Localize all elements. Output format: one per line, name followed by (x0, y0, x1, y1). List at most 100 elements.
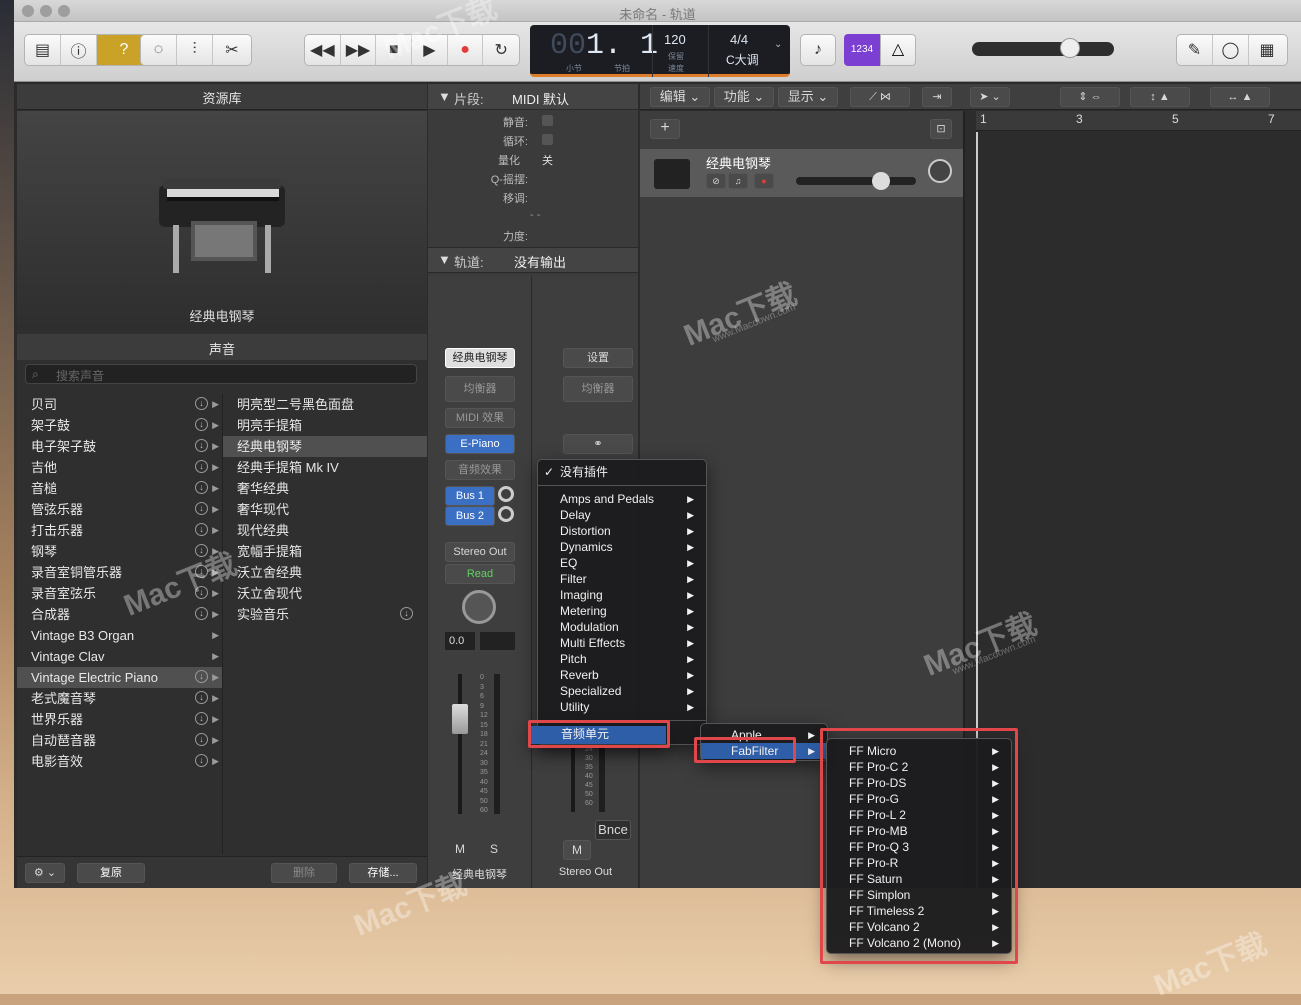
download-icon[interactable]: ↓ (195, 565, 208, 578)
mute-button[interactable]: M (448, 840, 472, 860)
automation-mode[interactable]: Read (445, 564, 515, 584)
download-icon[interactable]: ↓ (195, 754, 208, 767)
category-item[interactable]: 吉他 ↓ ▶ (17, 457, 222, 478)
download-icon[interactable]: ↓ (195, 733, 208, 746)
patch-item[interactable]: 宽幅手提箱 (223, 541, 427, 562)
global-tracks-icon[interactable]: ⊡ (930, 119, 952, 139)
plugin-category-item[interactable]: Delay ▶ (538, 507, 706, 523)
patch-item[interactable]: 沃立舍经典 (223, 562, 427, 583)
lcd-chevron-down-icon[interactable]: ⌄ (774, 39, 782, 50)
download-icon[interactable]: ↓ (400, 607, 413, 620)
download-icon[interactable]: ↓ (195, 397, 208, 410)
plugin-category-item[interactable]: Specialized ▶ (538, 683, 706, 699)
automation-icon[interactable]: ⟋ ⋈ (850, 87, 910, 107)
patch-item[interactable]: 明亮型二号黑色面盘 (223, 394, 427, 415)
download-icon[interactable]: ↓ (195, 460, 208, 473)
mute-track-icon[interactable]: ⊘ (706, 173, 726, 189)
download-icon[interactable]: ↓ (195, 439, 208, 452)
master-volume-knob[interactable] (1060, 38, 1080, 58)
patch-item[interactable]: 现代经典 (223, 520, 427, 541)
master-volume-slider[interactable] (972, 38, 1114, 58)
count-in-button[interactable]: 1234 (844, 34, 880, 66)
category-item[interactable]: 老式魔音琴 ↓ ▶ (17, 688, 222, 709)
category-item[interactable]: 钢琴 ↓ ▶ (17, 541, 222, 562)
solo-button[interactable]: S (482, 840, 506, 860)
send1-knob[interactable] (498, 486, 514, 502)
track-row[interactable]: 经典电钢琴 ⊘ ♫ ● (640, 149, 963, 197)
pointer-tool-icon[interactable]: ➤ ⌄ (970, 87, 1010, 107)
plugin-category-item[interactable]: EQ ▶ (538, 555, 706, 571)
category-item[interactable]: 架子鼓 ↓ ▶ (17, 415, 222, 436)
patch-item[interactable]: 实验音乐 ↓ (223, 604, 427, 625)
plugin-category-item[interactable]: Metering ▶ (538, 603, 706, 619)
category-item[interactable]: 管弦乐器 ↓ ▶ (17, 499, 222, 520)
download-icon[interactable]: ↓ (195, 502, 208, 515)
edit-menu[interactable]: 编辑 ⌄ (650, 87, 710, 107)
sound-search-field[interactable]: ⌕ 搜索声音 (25, 364, 417, 384)
plugin-category-item[interactable]: Multi Effects ▶ (538, 635, 706, 651)
plugin-category-item[interactable]: Amps and Pedals ▶ (538, 491, 706, 507)
mute-button-2[interactable]: M (563, 840, 591, 860)
tuner-button[interactable]: ♪ (800, 34, 836, 66)
fast-forward-icon[interactable]: ▶▶ (341, 35, 377, 65)
functions-menu[interactable]: 功能 ⌄ (714, 87, 774, 107)
track-volume-knob[interactable] (872, 172, 890, 190)
ruler[interactable]: 1 3 5 7 (976, 111, 1301, 131)
lcd-display[interactable]: 001. 1 小节 节拍 120 保留 速度 4/4 C大调 ⌄ (530, 25, 790, 77)
patch-item[interactable]: 沃立舍现代 (223, 583, 427, 604)
mixer-icon[interactable]: ⫶ (177, 35, 213, 65)
category-item[interactable]: Vintage B3 Organ ▶ (17, 625, 222, 646)
output-slot[interactable]: Stereo Out (445, 542, 515, 562)
browser-icon[interactable]: ▦ (1249, 35, 1285, 65)
quantize-popup[interactable]: 关 (542, 152, 553, 168)
plugin-category-item[interactable]: Distortion ▶ (538, 523, 706, 539)
category-item[interactable]: 世界乐器 ↓ ▶ (17, 709, 222, 730)
track-pan-knob[interactable] (928, 159, 952, 183)
add-track-icon[interactable]: + (650, 119, 680, 139)
download-icon[interactable]: ↓ (195, 691, 208, 704)
setting-button-2[interactable]: 设置 (563, 348, 633, 368)
send-bus1[interactable]: Bus 1 (445, 486, 495, 506)
eq-slot[interactable]: 均衡器 (445, 376, 515, 402)
category-item[interactable]: 音槌 ↓ ▶ (17, 478, 222, 499)
record-enable-icon[interactable]: ● (754, 173, 774, 189)
download-icon[interactable]: ↓ (195, 481, 208, 494)
download-icon[interactable]: ↓ (195, 712, 208, 725)
patch-item[interactable]: 经典手提箱 Mk IV (223, 457, 427, 478)
view-menu[interactable]: 显示 ⌄ (778, 87, 838, 107)
restore-button[interactable]: 复原 (77, 863, 145, 883)
download-icon[interactable]: ↓ (195, 670, 208, 683)
editors-scissors-icon[interactable]: ✂ (213, 35, 251, 65)
category-item[interactable]: 电影音效 ↓ ▶ (17, 751, 222, 772)
rewind-icon[interactable]: ◀◀ (305, 35, 341, 65)
notepad-icon[interactable]: ✎ (1177, 35, 1213, 65)
category-item[interactable]: Vintage Electric Piano ↓ ▶ (17, 667, 222, 688)
category-item[interactable]: 合成器 ↓ ▶ (17, 604, 222, 625)
send-bus2[interactable]: Bus 2 (445, 506, 495, 526)
volume-fader[interactable] (452, 704, 468, 734)
plugin-category-item[interactable]: Imaging ▶ (538, 587, 706, 603)
category-item[interactable]: Vintage Clav ▶ (17, 646, 222, 667)
audio-fx-slot[interactable]: 音频效果 (445, 460, 515, 480)
inspector-icon[interactable]: ⓘ (61, 35, 97, 65)
plugin-category-item[interactable]: Filter ▶ (538, 571, 706, 587)
category-item[interactable]: 自动琶音器 ↓ ▶ (17, 730, 222, 751)
plugin-category-item[interactable]: Utility ▶ (538, 699, 706, 715)
download-icon[interactable]: ↓ (195, 523, 208, 536)
patch-item[interactable]: 奢华经典 (223, 478, 427, 499)
patch-item[interactable]: 明亮手提箱 (223, 415, 427, 436)
pan-knob[interactable] (462, 590, 496, 624)
track-name[interactable]: 经典电钢琴 (706, 153, 771, 172)
no-plugin-item[interactable]: ✓ 没有插件 (538, 464, 706, 480)
delete-button[interactable]: 删除 (271, 863, 337, 883)
headphones-icon[interactable]: ♫ (728, 173, 748, 189)
track-volume-slider[interactable] (796, 172, 916, 190)
patch-item[interactable]: 奢华现代 (223, 499, 427, 520)
loop-browser-icon[interactable]: ◯ (1213, 35, 1249, 65)
zoom-icon[interactable]: ⇕ ⇔ (1060, 87, 1120, 107)
plugin-category-item[interactable]: Modulation ▶ (538, 619, 706, 635)
link-icon[interactable]: ⚭ (563, 434, 633, 454)
setting-button[interactable]: 经典电钢琴 (445, 348, 515, 368)
plugin-category-item[interactable]: Dynamics ▶ (538, 539, 706, 555)
loop-checkbox[interactable] (542, 134, 553, 145)
